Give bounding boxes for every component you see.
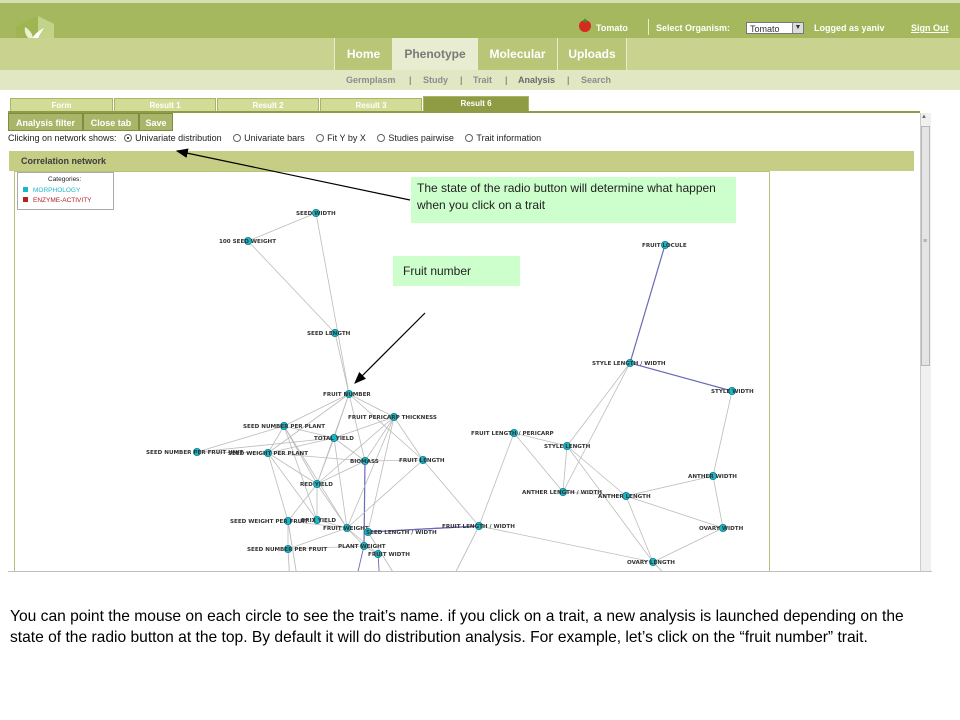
tutorial-caption: You can point the mouse on each circle t…	[10, 608, 904, 646]
arrow-to-radio	[175, 148, 411, 201]
arrow-to-fruit-number	[354, 312, 426, 384]
